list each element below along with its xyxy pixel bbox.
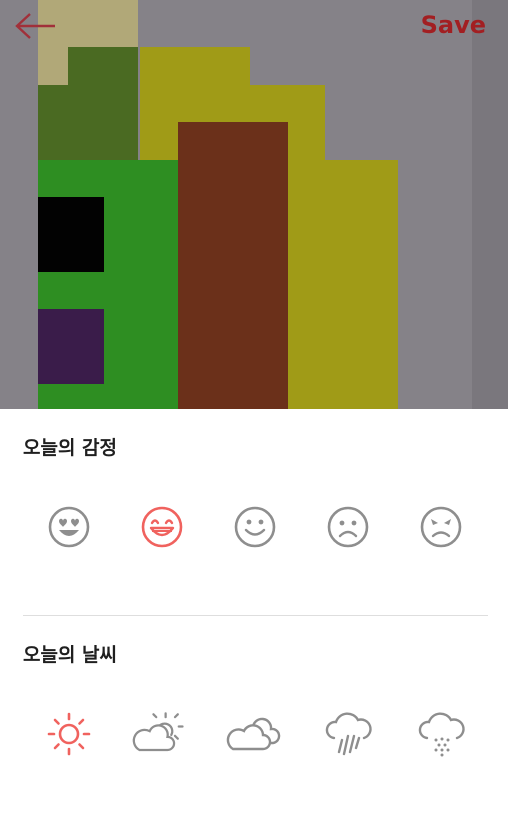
weather-option-sunny[interactable] bbox=[39, 704, 99, 764]
emotion-option-grin[interactable] bbox=[132, 497, 192, 557]
sad-face-icon bbox=[327, 506, 369, 548]
angry-face-icon bbox=[420, 506, 462, 548]
canvas-block bbox=[68, 47, 138, 85]
emotion-option-sad[interactable] bbox=[318, 497, 378, 557]
snow-icon bbox=[418, 712, 465, 757]
canvas-block bbox=[178, 122, 288, 409]
weather-option-partly-cloudy[interactable] bbox=[130, 704, 190, 764]
canvas-block bbox=[38, 85, 138, 160]
back-arrow-icon bbox=[15, 13, 55, 39]
canvas-block bbox=[38, 309, 104, 384]
back-button[interactable] bbox=[14, 10, 58, 42]
emotion-option-love[interactable] bbox=[39, 497, 99, 557]
weather-option-snow[interactable] bbox=[411, 704, 471, 764]
rain-icon bbox=[325, 712, 372, 756]
emotion-section-title: 오늘의 감정 bbox=[23, 437, 118, 459]
emotion-option-angry[interactable] bbox=[411, 497, 471, 557]
sun-icon bbox=[47, 712, 91, 756]
smile-face-icon bbox=[234, 506, 276, 548]
partly-cloudy-icon bbox=[132, 712, 184, 752]
weather-option-cloudy[interactable] bbox=[225, 704, 285, 764]
save-button[interactable]: Save bbox=[421, 8, 486, 42]
love-face-icon bbox=[48, 506, 90, 548]
emotion-option-smile[interactable] bbox=[225, 497, 285, 557]
canvas-block bbox=[472, 0, 508, 409]
drawing-canvas[interactable]: Save bbox=[0, 0, 508, 409]
mood-weather-sheet: 오늘의 감정 오늘의 날씨 bbox=[0, 409, 508, 815]
weather-option-rain[interactable] bbox=[318, 704, 378, 764]
canvas-block bbox=[325, 160, 398, 409]
emotion-options bbox=[0, 497, 508, 557]
weather-options bbox=[0, 704, 508, 764]
grin-face-icon bbox=[141, 506, 183, 548]
canvas-block bbox=[38, 197, 104, 272]
section-divider bbox=[23, 615, 488, 616]
cloudy-icon bbox=[226, 717, 281, 751]
weather-section-title: 오늘의 날씨 bbox=[23, 644, 118, 666]
